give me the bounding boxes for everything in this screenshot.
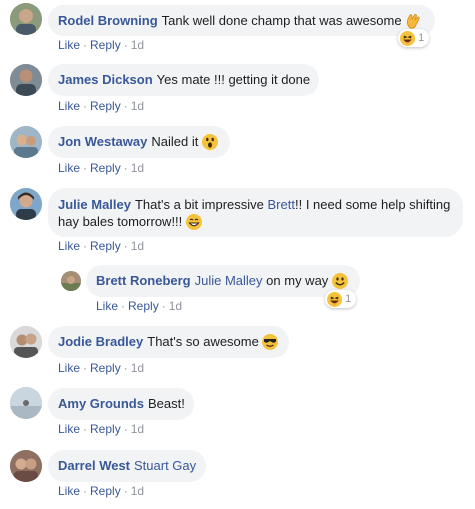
like-link[interactable]: Like: [58, 484, 80, 498]
comment-actions: Like · Reply · 1d: [58, 160, 144, 176]
comment-actions: Like · Reply · 1d: [58, 483, 144, 499]
comment-text: Beast!: [147, 396, 185, 411]
comment-actions: Like · Reply · 1d: [58, 98, 144, 114]
separator: ·: [83, 99, 88, 113]
mention-link[interactable]: Julie Malley: [195, 273, 263, 288]
like-link[interactable]: Like: [58, 161, 80, 175]
separator: ·: [123, 422, 128, 436]
separator: ·: [123, 38, 128, 52]
separator: ·: [121, 299, 126, 313]
mention-link[interactable]: Stuart Gay: [134, 458, 196, 473]
comment-author[interactable]: James Dickson: [58, 72, 153, 87]
separator: ·: [123, 361, 128, 375]
timestamp[interactable]: 1d: [131, 161, 144, 175]
smiling-face-icon: [331, 273, 348, 289]
comment-actions: Like · Reply · 1d: [58, 37, 144, 53]
timestamp[interactable]: 1d: [131, 361, 144, 375]
comment-text: That's a bit impressive: [134, 197, 268, 212]
comment-author[interactable]: Jodie Bradley: [58, 334, 143, 349]
separator: ·: [161, 299, 166, 313]
comment-text: That's so awesome: [147, 334, 259, 349]
comment-bubble: Jon Westaway Nailed it: [48, 126, 230, 158]
separator: ·: [83, 422, 88, 436]
comment-author[interactable]: Darrel West: [58, 458, 130, 473]
comment-text: on my way: [266, 273, 329, 288]
separator: ·: [83, 484, 88, 498]
comment-bubble: Rodel Browning Tank well done champ that …: [48, 5, 435, 36]
reply-link[interactable]: Reply: [90, 484, 121, 498]
comment-bubble: Julie Malley That's a bit impressive Bret…: [48, 188, 463, 237]
avatar[interactable]: [10, 450, 42, 482]
like-link[interactable]: Like: [58, 361, 80, 375]
comment-actions: Like · Reply · 1d: [58, 421, 144, 437]
separator: ·: [123, 161, 128, 175]
like-link[interactable]: Like: [58, 99, 80, 113]
comment-author[interactable]: Amy Grounds: [58, 396, 144, 411]
avatar[interactable]: [10, 387, 42, 419]
separator: ·: [123, 484, 128, 498]
reply-link[interactable]: Reply: [90, 422, 121, 436]
comment-author[interactable]: Rodel Browning: [58, 13, 158, 28]
reply-link[interactable]: Reply: [90, 99, 121, 113]
avatar[interactable]: [61, 271, 81, 291]
comment-text: Yes mate !!! getting it done: [156, 72, 311, 87]
separator: ·: [123, 99, 128, 113]
reply-link[interactable]: Reply: [90, 161, 121, 175]
wow-face-icon: [201, 134, 218, 150]
comment-actions: Like · Reply · 1d: [96, 298, 182, 314]
comment-actions: Like · Reply · 1d: [58, 238, 144, 254]
timestamp[interactable]: 1d: [131, 484, 144, 498]
comment-author[interactable]: Jon Westaway: [58, 134, 147, 149]
comment-actions: Like · Reply · 1d: [58, 360, 144, 376]
reaction-summary[interactable]: 1: [398, 29, 430, 47]
like-link[interactable]: Like: [58, 239, 80, 253]
like-link[interactable]: Like: [58, 38, 80, 52]
grinning-face-icon: [185, 214, 202, 230]
timestamp[interactable]: 1d: [131, 99, 144, 113]
comment-text: Tank well done champ that was awesome: [161, 13, 402, 28]
reply-link[interactable]: Reply: [90, 38, 121, 52]
like-link[interactable]: Like: [96, 299, 118, 313]
comment-bubble: James Dickson Yes mate !!! getting it don…: [48, 64, 319, 96]
clapping-hands-icon: [407, 13, 420, 29]
laugh-reaction-icon: [400, 30, 415, 46]
separator: ·: [83, 361, 88, 375]
reaction-count: 1: [345, 293, 352, 305]
reply-link[interactable]: Reply: [90, 239, 121, 253]
avatar[interactable]: [10, 126, 42, 158]
timestamp[interactable]: 1d: [131, 422, 144, 436]
avatar[interactable]: [10, 3, 42, 35]
reply-link[interactable]: Reply: [90, 361, 121, 375]
timestamp[interactable]: 1d: [169, 299, 182, 313]
separator: ·: [83, 38, 88, 52]
separator: ·: [123, 239, 128, 253]
comment-bubble: Darrel West Stuart Gay: [48, 450, 206, 482]
comment-bubble: Jodie Bradley That's so awesome: [48, 326, 289, 358]
timestamp[interactable]: 1d: [131, 38, 144, 52]
reply-link[interactable]: Reply: [128, 299, 159, 313]
avatar[interactable]: [10, 326, 42, 358]
like-link[interactable]: Like: [58, 422, 80, 436]
reaction-count: 1: [418, 32, 425, 44]
laugh-reaction-icon: [327, 291, 342, 307]
comment-author[interactable]: Brett Roneberg: [96, 273, 191, 288]
timestamp[interactable]: 1d: [131, 239, 144, 253]
avatar[interactable]: [10, 188, 42, 220]
reaction-summary[interactable]: 1: [325, 290, 357, 308]
mention-link[interactable]: Brett: [268, 197, 295, 212]
comment-author[interactable]: Julie Malley: [58, 197, 131, 212]
comment-text: Nailed it: [151, 134, 199, 149]
separator: ·: [83, 239, 88, 253]
sunglasses-face-icon: [262, 334, 279, 350]
separator: ·: [83, 161, 88, 175]
comment-bubble: Amy Grounds Beast!: [48, 388, 194, 420]
comment-bubble: Brett Roneberg Julie Malley on my way: [86, 265, 360, 297]
avatar[interactable]: [10, 64, 42, 96]
